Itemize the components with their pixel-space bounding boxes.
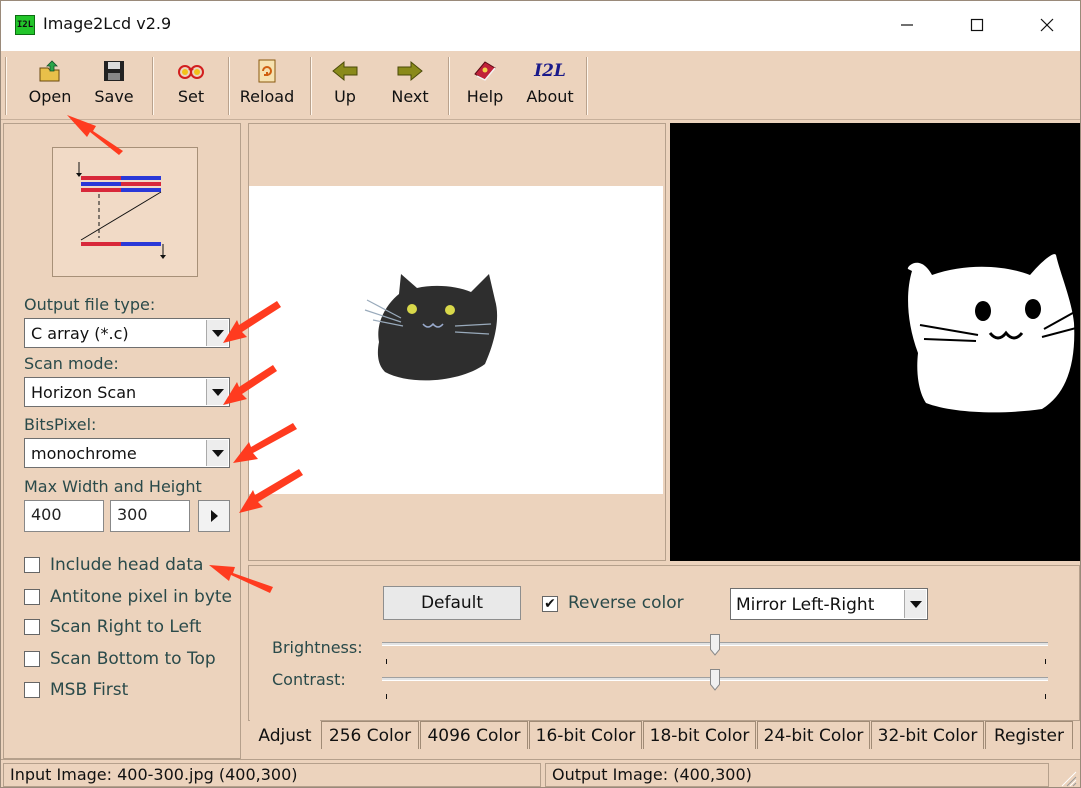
up-button[interactable]: Up bbox=[323, 57, 367, 113]
mirror-select[interactable]: Mirror Left-Right bbox=[730, 588, 928, 620]
tab-register[interactable]: Register bbox=[985, 721, 1073, 749]
tab-adjust[interactable]: Adjust bbox=[250, 719, 320, 751]
maximize-button[interactable] bbox=[954, 7, 1000, 43]
next-button[interactable]: Next bbox=[385, 57, 435, 113]
glasses-icon bbox=[178, 65, 204, 79]
app-icon: I2L bbox=[15, 15, 35, 35]
slider-tick bbox=[1045, 659, 1046, 664]
msb-first-checkbox[interactable]: MSB First bbox=[24, 679, 128, 701]
settings-panel: Output file type: C array (*.c) Scan mod… bbox=[3, 123, 241, 759]
reload-label: Reload bbox=[239, 87, 295, 106]
set-label: Set bbox=[177, 87, 205, 106]
toolbar-separator bbox=[310, 57, 312, 115]
toolbar-separator bbox=[5, 57, 7, 115]
tab-18-bit-color[interactable]: 18-bit Color bbox=[643, 721, 756, 749]
set-button[interactable]: Set bbox=[167, 57, 215, 113]
close-button[interactable] bbox=[1024, 7, 1070, 43]
toolbar-separator bbox=[152, 57, 154, 115]
input-image-status: Input Image: 400-300.jpg (400,300) bbox=[3, 763, 541, 787]
help-button[interactable]: Help bbox=[461, 57, 509, 113]
about-label: About bbox=[526, 87, 574, 106]
output-image bbox=[907, 254, 1080, 413]
adjust-panel: Default ✔ Reverse color Mirror Left-Righ… bbox=[248, 565, 1080, 721]
input-image bbox=[249, 186, 663, 494]
toolbar-separator bbox=[586, 57, 588, 115]
chevron-down-icon[interactable] bbox=[206, 440, 228, 466]
tab-256-color[interactable]: 256 Color bbox=[321, 721, 419, 749]
tab-16-bit-color[interactable]: 16-bit Color bbox=[529, 721, 642, 749]
mirror-value: Mirror Left-Right bbox=[736, 595, 875, 615]
scan-right-to-left-checkbox[interactable]: Scan Right to Left bbox=[24, 616, 201, 638]
reverse-color-checkbox[interactable]: ✔ bbox=[542, 596, 558, 612]
tab-4096-color[interactable]: 4096 Color bbox=[420, 721, 528, 749]
reload-icon bbox=[258, 59, 276, 83]
max-width-input[interactable]: 400 bbox=[24, 500, 104, 532]
toolbar-separator bbox=[448, 57, 450, 115]
scan-mode-label: Scan mode: bbox=[24, 354, 119, 373]
antitone-pixel-checkbox[interactable]: Antitone pixel in byte bbox=[24, 586, 232, 608]
output-file-type-value: C array (*.c) bbox=[31, 324, 129, 343]
max-height-input[interactable]: 300 bbox=[110, 500, 190, 532]
minimize-button[interactable] bbox=[884, 7, 930, 43]
maximize-icon bbox=[970, 18, 984, 32]
include-head-data-checkbox[interactable]: Include head data bbox=[24, 554, 203, 576]
bits-pixel-label: BitsPixel: bbox=[24, 415, 97, 434]
save-button[interactable]: Save bbox=[89, 57, 139, 113]
open-button[interactable]: Open bbox=[21, 57, 79, 113]
next-label: Next bbox=[391, 87, 429, 106]
scan-order-icon bbox=[76, 162, 166, 259]
window-title: Image2Lcd v2.9 bbox=[43, 14, 172, 33]
help-book-icon bbox=[474, 61, 496, 81]
bits-pixel-select[interactable]: monochrome bbox=[24, 438, 230, 468]
play-arrow-icon bbox=[210, 510, 218, 522]
title-bar: I2L Image2Lcd v2.9 bbox=[1, 1, 1080, 51]
output-file-type-select[interactable]: C array (*.c) bbox=[24, 318, 230, 348]
output-image-preview bbox=[670, 123, 1080, 561]
scan-mode-select[interactable]: Horizon Scan bbox=[24, 377, 230, 407]
open-label: Open bbox=[28, 87, 72, 106]
contrast-slider-thumb[interactable] bbox=[710, 669, 720, 691]
app-window: I2L Image2Lcd v2.9 Open Save Set Reload … bbox=[0, 0, 1081, 788]
apply-size-button[interactable] bbox=[198, 500, 230, 532]
resize-grip-icon[interactable] bbox=[1056, 766, 1078, 788]
output-image-status: Output Image: (400,300) bbox=[545, 763, 1049, 787]
close-icon bbox=[1040, 18, 1054, 32]
scan-mode-value: Horizon Scan bbox=[31, 383, 137, 402]
reverse-color-label: Reverse color bbox=[568, 593, 684, 613]
slider-tick bbox=[1045, 694, 1046, 699]
input-image-preview bbox=[248, 123, 666, 561]
chevron-down-icon[interactable] bbox=[206, 379, 228, 405]
up-label: Up bbox=[334, 87, 356, 106]
max-size-label: Max Width and Height bbox=[24, 477, 202, 496]
bits-pixel-value: monochrome bbox=[31, 444, 137, 463]
floppy-disk-icon bbox=[104, 61, 124, 81]
tab-32-bit-color[interactable]: 32-bit Color bbox=[871, 721, 984, 749]
reload-button[interactable]: Reload bbox=[237, 57, 297, 113]
help-label: Help bbox=[466, 87, 504, 106]
status-bar: Input Image: 400-300.jpg (400,300) Outpu… bbox=[1, 759, 1080, 788]
about-button[interactable]: I2L About bbox=[521, 57, 579, 113]
about-logo-icon: I2L bbox=[534, 61, 566, 81]
arrow-right-icon bbox=[397, 60, 423, 82]
toolbar-separator bbox=[228, 57, 230, 115]
brightness-slider-thumb[interactable] bbox=[710, 634, 720, 656]
chevron-down-icon[interactable] bbox=[206, 320, 228, 346]
checkmark-icon: ✔ bbox=[544, 596, 556, 612]
brightness-label: Brightness: bbox=[272, 638, 363, 657]
open-folder-icon bbox=[39, 60, 60, 82]
contrast-label: Contrast: bbox=[272, 670, 346, 689]
save-label: Save bbox=[94, 87, 134, 106]
chevron-down-icon[interactable] bbox=[904, 590, 926, 618]
output-file-type-label: Output file type: bbox=[24, 295, 156, 314]
arrow-left-icon bbox=[332, 60, 358, 82]
scan-bottom-to-top-checkbox[interactable]: Scan Bottom to Top bbox=[24, 648, 216, 670]
default-button[interactable]: Default bbox=[383, 586, 521, 620]
scan-mode-diagram bbox=[52, 147, 198, 277]
tab-24-bit-color[interactable]: 24-bit Color bbox=[757, 721, 870, 749]
minimize-icon bbox=[901, 24, 913, 26]
slider-tick bbox=[386, 659, 387, 664]
toolbar: Open Save Set Reload Up Next Help I2L Ab… bbox=[1, 51, 1080, 120]
slider-tick bbox=[386, 694, 387, 699]
